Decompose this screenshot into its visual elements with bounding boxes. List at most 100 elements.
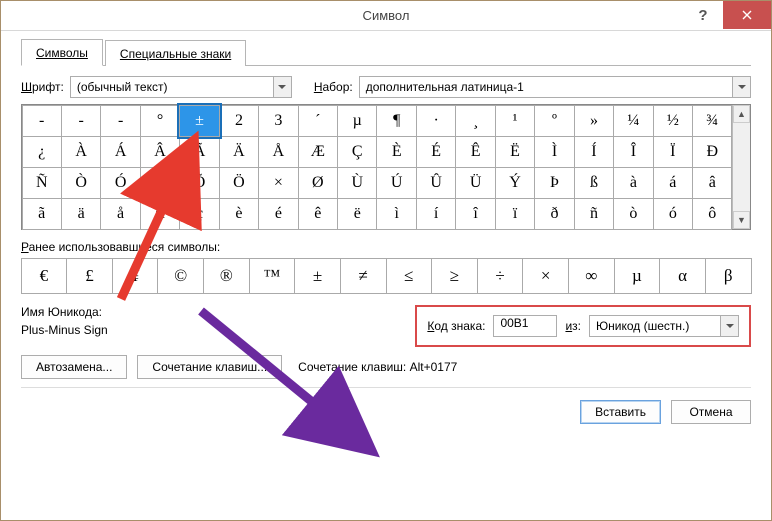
symbol-cell[interactable]: Ü <box>455 167 495 199</box>
symbol-cell[interactable]: Ð <box>692 136 732 168</box>
code-input[interactable]: 00B1 <box>493 315 557 337</box>
symbol-cell[interactable]: Ç <box>337 136 377 168</box>
recent-symbol-cell[interactable]: α <box>659 258 706 294</box>
recent-symbol-cell[interactable]: ± <box>294 258 341 294</box>
symbol-cell[interactable]: ¾ <box>692 105 732 137</box>
recent-symbol-cell[interactable]: £ <box>66 258 113 294</box>
symbol-cell[interactable]: Î <box>613 136 653 168</box>
symbol-cell[interactable]: ° <box>140 105 180 137</box>
symbol-cell[interactable]: ¸ <box>455 105 495 137</box>
recent-symbol-cell[interactable]: ∞ <box>568 258 615 294</box>
symbol-cell[interactable]: ¿ <box>22 136 62 168</box>
symbol-cell[interactable]: Ú <box>376 167 416 199</box>
symbol-cell[interactable]: ç <box>179 198 219 230</box>
symbol-cell[interactable]: ä <box>61 198 101 230</box>
close-button[interactable] <box>723 1 771 29</box>
scroll-down-button[interactable]: ▼ <box>733 211 750 229</box>
symbol-cell[interactable]: Ý <box>495 167 535 199</box>
insert-button[interactable]: Вставить <box>580 400 661 424</box>
symbol-cell[interactable]: Ë <box>495 136 535 168</box>
recent-symbol-cell[interactable]: © <box>157 258 204 294</box>
symbol-cell[interactable]: î <box>455 198 495 230</box>
symbol-cell[interactable]: â <box>692 167 732 199</box>
symbol-cell[interactable]: Û <box>416 167 456 199</box>
symbol-cell[interactable]: Å <box>258 136 298 168</box>
cancel-button[interactable]: Отмена <box>671 400 751 424</box>
scroll-track[interactable] <box>733 123 750 211</box>
symbol-cell[interactable]: ¶ <box>376 105 416 137</box>
font-combo[interactable]: (обычный текст) <box>70 76 292 98</box>
symbol-cell[interactable]: ´ <box>298 105 338 137</box>
symbol-cell[interactable]: Í <box>574 136 614 168</box>
symbol-cell[interactable]: å <box>100 198 140 230</box>
symbol-cell[interactable]: » <box>574 105 614 137</box>
recent-symbol-cell[interactable]: ≥ <box>431 258 478 294</box>
symbol-cell[interactable]: Æ <box>298 136 338 168</box>
symbol-cell[interactable]: ¼ <box>613 105 653 137</box>
tab-special[interactable]: Специальные знаки <box>105 40 246 66</box>
symbol-cell[interactable]: Þ <box>534 167 574 199</box>
subset-combo[interactable]: дополнительная латиница-1 <box>359 76 751 98</box>
help-button[interactable]: ? <box>683 1 723 29</box>
symbol-cell[interactable]: µ <box>337 105 377 137</box>
symbol-cell[interactable]: Ì <box>534 136 574 168</box>
symbol-cell[interactable]: Ï <box>653 136 693 168</box>
symbol-cell[interactable]: À <box>61 136 101 168</box>
symbol-cell[interactable]: ð <box>534 198 574 230</box>
symbol-cell[interactable]: È <box>376 136 416 168</box>
symbol-cell[interactable]: é <box>258 198 298 230</box>
recent-symbol-cell[interactable]: × <box>522 258 569 294</box>
vertical-scrollbar[interactable]: ▲ ▼ <box>732 105 750 229</box>
symbol-cell[interactable]: Ñ <box>22 167 62 199</box>
symbol-cell[interactable]: ¹ <box>495 105 535 137</box>
recent-symbol-cell[interactable]: ÷ <box>477 258 524 294</box>
recent-symbol-cell[interactable]: ≠ <box>340 258 387 294</box>
symbol-cell[interactable]: Õ <box>179 167 219 199</box>
symbol-cell[interactable]: - <box>61 105 101 137</box>
symbol-cell[interactable]: Ô <box>140 167 180 199</box>
symbol-cell[interactable]: í <box>416 198 456 230</box>
symbol-cell[interactable]: á <box>653 167 693 199</box>
symbol-cell[interactable]: à <box>613 167 653 199</box>
recent-symbol-cell[interactable]: ¥ <box>112 258 159 294</box>
symbol-cell[interactable]: ± <box>179 105 219 137</box>
symbol-cell[interactable]: ï <box>495 198 535 230</box>
symbol-cell[interactable]: Ã <box>179 136 219 168</box>
symbol-cell[interactable]: ½ <box>653 105 693 137</box>
symbol-cell[interactable]: ê <box>298 198 338 230</box>
symbol-cell[interactable]: Ê <box>455 136 495 168</box>
chevron-down-icon[interactable] <box>273 77 291 97</box>
recent-symbol-cell[interactable]: ® <box>203 258 250 294</box>
symbol-cell[interactable]: ë <box>337 198 377 230</box>
symbol-cell[interactable]: æ <box>140 198 180 230</box>
recent-symbol-cell[interactable]: β <box>705 258 752 294</box>
symbol-cell[interactable]: ì <box>376 198 416 230</box>
symbol-cell[interactable]: É <box>416 136 456 168</box>
symbol-cell[interactable]: Ö <box>219 167 259 199</box>
symbol-cell[interactable]: ñ <box>574 198 614 230</box>
shortcut-key-button[interactable]: Сочетание клавиш... <box>137 355 282 379</box>
symbol-cell[interactable]: Á <box>100 136 140 168</box>
symbol-cell[interactable]: Ä <box>219 136 259 168</box>
symbol-cell[interactable]: è <box>219 198 259 230</box>
symbol-cell[interactable]: · <box>416 105 456 137</box>
tab-symbols[interactable]: Символы <box>21 39 103 66</box>
symbol-cell[interactable]: º <box>534 105 574 137</box>
symbol-cell[interactable]: ó <box>653 198 693 230</box>
chevron-down-icon[interactable] <box>732 77 750 97</box>
autocorrect-button[interactable]: Автозамена... <box>21 355 127 379</box>
from-combo[interactable]: Юникод (шестн.) <box>589 315 739 337</box>
recent-symbol-cell[interactable]: µ <box>614 258 661 294</box>
scroll-up-button[interactable]: ▲ <box>733 105 750 123</box>
symbol-cell[interactable]: ò <box>613 198 653 230</box>
symbol-cell[interactable]: Ø <box>298 167 338 199</box>
recent-symbol-cell[interactable]: € <box>21 258 68 294</box>
recent-symbol-cell[interactable]: ≤ <box>386 258 433 294</box>
symbol-cell[interactable]: ß <box>574 167 614 199</box>
chevron-down-icon[interactable] <box>720 316 738 336</box>
symbol-cell[interactable]: ô <box>692 198 732 230</box>
symbol-cell[interactable]: ã <box>22 198 62 230</box>
symbol-cell[interactable]: Â <box>140 136 180 168</box>
symbol-cell[interactable]: - <box>22 105 62 137</box>
symbol-cell[interactable]: - <box>100 105 140 137</box>
